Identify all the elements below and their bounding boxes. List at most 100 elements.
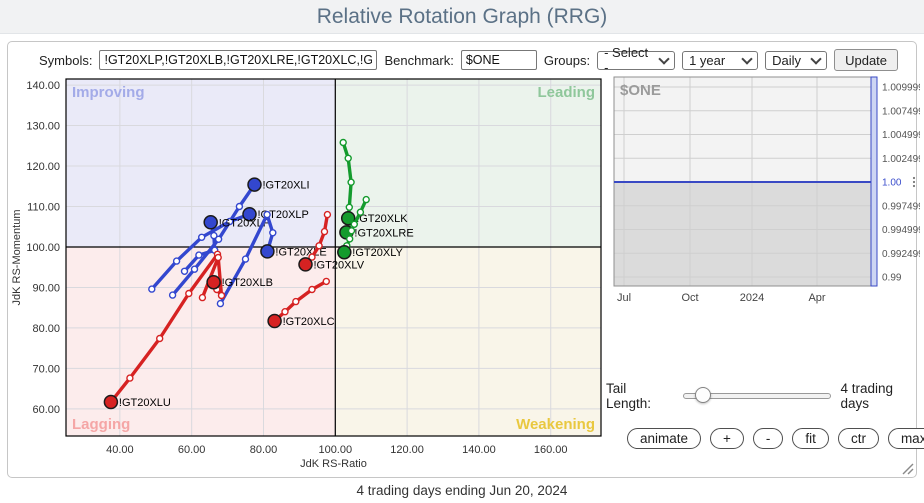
mini-y-label: 0.99 <box>882 273 902 284</box>
tail-point <box>348 179 354 185</box>
chart-controls: Tail Length: 4 trading days animate +-fit… <box>606 381 921 449</box>
groups-label: Groups: <box>544 53 590 68</box>
zoom-in-button[interactable]: + <box>710 428 744 449</box>
tail-point <box>236 204 242 210</box>
mini-x-label: Apr <box>808 292 825 304</box>
tail-point <box>340 140 346 146</box>
symbol-label-!GT20XLC: !GT20XLC <box>283 316 335 328</box>
price-axis-band <box>871 77 877 286</box>
mini-x-label: Jul <box>617 292 631 304</box>
tail-point <box>323 278 329 284</box>
tail-point <box>309 287 315 293</box>
quadrant-label-weakening: Weakening <box>516 416 595 433</box>
tail-length-label: Tail Length: <box>606 381 672 411</box>
y-tick-label: 90.00 <box>32 282 60 294</box>
resize-handle-icon[interactable] <box>901 462 914 475</box>
symbol-dot-!GT20XLV[interactable] <box>299 258 312 271</box>
fit-button[interactable]: fit <box>792 428 829 449</box>
app-header: Relative Rotation Graph (RRG) <box>0 0 924 34</box>
benchmark-mini-chart: $ONE1.00999991.00749991.00499991.0024999… <box>605 72 920 317</box>
symbol-label-!GT20XLV: !GT20XLV <box>314 259 365 271</box>
tail-length-value: 4 trading days <box>841 381 921 411</box>
quadrant-improving <box>66 79 335 247</box>
symbol-label-!GT20XLK: !GT20XLK <box>356 213 408 225</box>
tail-point <box>349 228 355 234</box>
mini-y-label: 1.0074999 <box>882 106 920 117</box>
ctr-button[interactable]: ctr <box>838 428 879 449</box>
price-axis-menu-dots-icon[interactable] <box>913 177 915 187</box>
symbols-label: Symbols: <box>39 53 92 68</box>
tail-point <box>293 299 299 305</box>
mini-shaded-area <box>614 182 875 286</box>
mini-x-label: Oct <box>681 292 698 304</box>
y-axis-title: JdK RS-Momentum <box>11 210 23 306</box>
symbol-label-!GT20XLRE: !GT20XLRE <box>354 227 413 239</box>
tail-length-row: Tail Length: 4 trading days <box>606 381 921 411</box>
tail-point <box>215 255 221 261</box>
mini-y-label: 0.9974999 <box>882 201 920 212</box>
quadrant-label-leading: Leading <box>537 84 595 101</box>
zoom-out-button[interactable]: - <box>753 428 784 449</box>
benchmark-input[interactable] <box>461 50 537 70</box>
symbol-dot-!GT20XLC[interactable] <box>268 315 281 328</box>
tail-point <box>270 230 276 236</box>
tail-point <box>316 243 322 249</box>
symbol-dot-!GT20XLU[interactable] <box>104 396 117 409</box>
period-select-value: 1 year <box>689 53 725 68</box>
rrg-app: { "header": { "title": "Relative Rotatio… <box>0 0 924 503</box>
date-range-caption: 4 trading days ending Jun 20, 2024 <box>0 483 924 498</box>
y-tick-label: 60.00 <box>32 404 60 416</box>
symbol-dot-!GT20XLI[interactable] <box>248 178 261 191</box>
frequency-select[interactable]: Daily <box>765 51 827 70</box>
groups-select[interactable]: - Select - <box>597 51 675 70</box>
x-tick-label: 80.00 <box>250 444 278 456</box>
tail-point <box>357 209 363 215</box>
symbol-dot-!GT20XLY[interactable] <box>338 246 351 259</box>
animate-button[interactable]: animate <box>627 428 701 449</box>
x-tick-label: 100.00 <box>318 444 352 456</box>
frequency-select-value: Daily <box>772 53 801 68</box>
symbols-input[interactable] <box>99 50 377 70</box>
tail-point <box>127 375 133 381</box>
mini-y-label-highlight: 1.00 <box>882 178 902 189</box>
tail-point <box>346 204 352 210</box>
max-button[interactable]: max <box>888 428 924 449</box>
tail-point <box>217 301 223 307</box>
tail-point <box>186 291 192 297</box>
quadrant-weakening <box>335 247 601 436</box>
rrg-chart: ImprovingLeadingLaggingWeakening40.0060.… <box>8 72 618 472</box>
y-tick-label: 100.00 <box>26 242 60 254</box>
symbol-dot-!GT20XLF[interactable] <box>204 216 217 229</box>
y-tick-label: 110.00 <box>27 202 60 214</box>
tail-length-slider[interactable] <box>683 393 831 399</box>
symbol-label-!GT20XLU: !GT20XLU <box>119 397 171 409</box>
quadrant-label-lagging: Lagging <box>72 416 130 433</box>
chevron-down-icon <box>741 53 752 64</box>
tail-point <box>199 234 205 240</box>
x-tick-label: 60.00 <box>178 444 206 456</box>
tail-point <box>170 292 176 298</box>
chart-buttons-row: animate +-fitctrmax <box>627 428 921 449</box>
page-title: Relative Rotation Graph (RRG) <box>0 0 924 33</box>
period-select[interactable]: 1 year <box>682 51 758 70</box>
symbol-dot-!GT20XLB[interactable] <box>207 276 220 289</box>
symbol-dot-!GT20XLE[interactable] <box>261 245 274 258</box>
tail-point <box>192 266 198 272</box>
y-tick-label: 80.00 <box>32 323 60 335</box>
mini-y-label: 0.9949999 <box>882 225 920 236</box>
toolbar: Symbols: Benchmark: Groups: - Select - 1… <box>8 49 916 71</box>
y-tick-label: 70.00 <box>32 363 60 375</box>
tail-point <box>196 252 202 258</box>
symbol-label-!GT20XLI: !GT20XLI <box>263 180 310 192</box>
y-tick-label: 140.00 <box>26 80 60 92</box>
chevron-down-icon <box>810 53 821 64</box>
tail-point <box>199 295 205 301</box>
mini-y-label: 0.9924999 <box>882 249 920 260</box>
tail-point <box>211 233 217 239</box>
tail-point <box>219 293 225 299</box>
tail-point <box>243 256 249 262</box>
x-tick-label: 160.00 <box>534 444 568 456</box>
mini-x-label: 2024 <box>740 292 764 304</box>
update-button[interactable]: Update <box>834 49 898 71</box>
slider-handle[interactable] <box>695 387 711 403</box>
